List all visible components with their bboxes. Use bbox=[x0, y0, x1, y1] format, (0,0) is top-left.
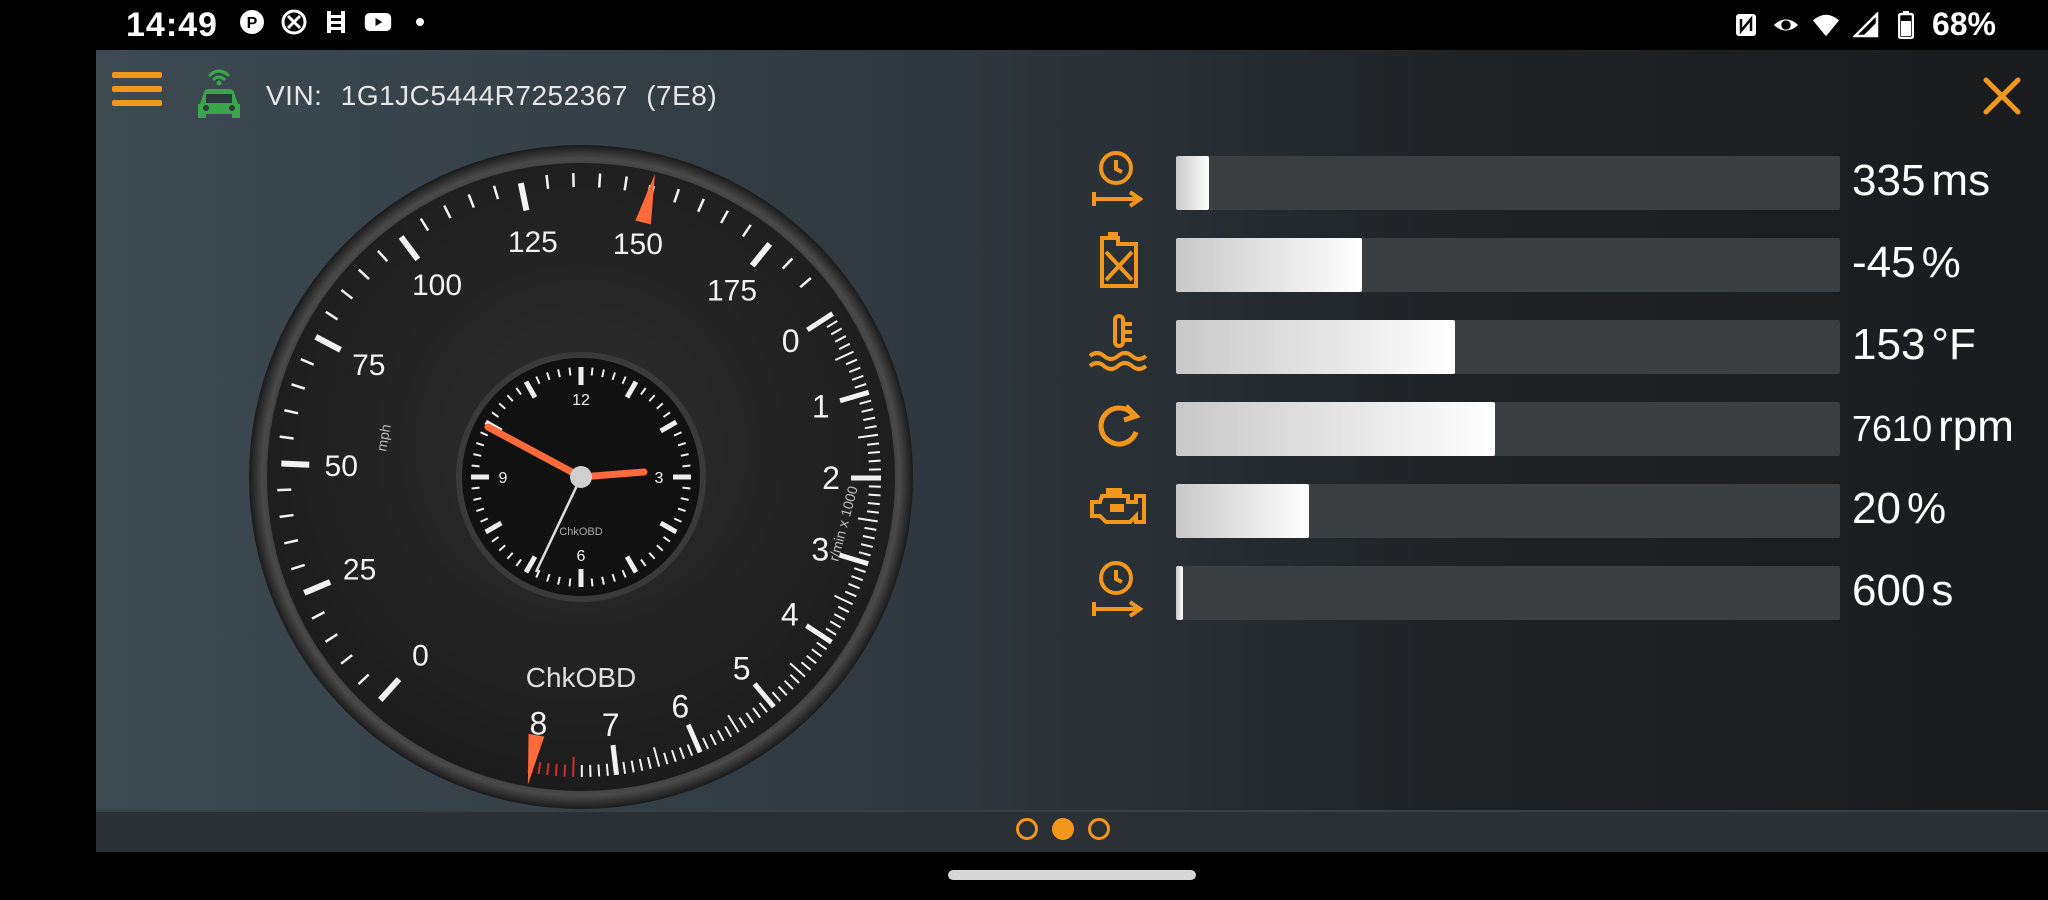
rpm-refresh-icon bbox=[1088, 394, 1150, 456]
accessibility-icon bbox=[280, 8, 308, 36]
reading-value: 153 °F bbox=[1852, 320, 1976, 370]
nfc-icon bbox=[1732, 11, 1760, 39]
eye-icon bbox=[1772, 11, 1800, 39]
reading-unit: % bbox=[1906, 484, 1947, 533]
reading-number: 153 bbox=[1852, 320, 1926, 369]
list-icon bbox=[322, 8, 350, 36]
battery-percent: 68% bbox=[1931, 6, 1996, 42]
clock-tick bbox=[471, 464, 480, 468]
reading-bar-fill bbox=[1176, 484, 1309, 538]
page-dot[interactable] bbox=[1016, 818, 1038, 840]
reading-bar-fill bbox=[1176, 320, 1455, 374]
reading-number: 335 bbox=[1852, 156, 1926, 205]
reading-bar-track bbox=[1176, 402, 1840, 456]
rpm-tick bbox=[597, 764, 601, 777]
reading-bar-track bbox=[1176, 156, 1840, 210]
vin-value: 1G1JC5444R7252367 bbox=[340, 80, 628, 111]
reading-row: 7610 rpm bbox=[96, 394, 2048, 464]
p-icon: P bbox=[238, 8, 266, 36]
reading-row: -45% bbox=[96, 230, 2048, 300]
rpm-tick bbox=[610, 744, 620, 776]
speed-tick-label: 0 bbox=[412, 639, 429, 672]
rpm-tick-label: 7 bbox=[602, 707, 620, 743]
reading-bar-fill bbox=[1176, 238, 1362, 292]
reading-row: 20% bbox=[96, 476, 2048, 546]
vin-label: VIN: bbox=[266, 80, 323, 111]
reading-bar-track bbox=[1176, 238, 1840, 292]
status-time: 14:49 bbox=[126, 6, 218, 44]
rpm-tick bbox=[605, 763, 609, 776]
timer-distance-icon bbox=[1088, 558, 1150, 620]
page-indicator bbox=[1016, 818, 1110, 840]
rpm-tick-label: 5 bbox=[733, 651, 751, 687]
youtube-icon bbox=[364, 8, 392, 36]
rpm-tick bbox=[563, 764, 567, 777]
nav-bar bbox=[0, 852, 2048, 900]
reading-value: 20% bbox=[1852, 484, 1946, 534]
timer-distance-icon bbox=[1088, 148, 1150, 210]
ecu-id: (7E8) bbox=[646, 80, 718, 111]
battery-icon bbox=[1892, 10, 1920, 39]
gauge-brand: ChkOBD bbox=[526, 662, 636, 693]
reading-value: 7610 rpm bbox=[1852, 402, 2014, 452]
menu-icon[interactable] bbox=[112, 72, 162, 112]
coolant-temp-icon bbox=[1088, 312, 1150, 374]
reading-number: 20 bbox=[1852, 484, 1901, 533]
rpm-tick-label: 6 bbox=[671, 688, 689, 724]
car-connected-icon bbox=[192, 64, 246, 124]
reading-bar-fill bbox=[1176, 156, 1209, 210]
signal-icon bbox=[1852, 11, 1880, 39]
rpm-tick bbox=[546, 763, 550, 776]
fuel-can-icon bbox=[1088, 230, 1150, 292]
app-dashboard: VIN: 1G1JC5444R7252367 (7E8) 0 25 50 75 … bbox=[96, 50, 2048, 854]
reading-number: -45 bbox=[1852, 238, 1916, 287]
rpm-tick bbox=[554, 763, 558, 777]
reading-number: 7610 bbox=[1852, 408, 1933, 449]
rpm-tick bbox=[572, 756, 575, 777]
status-icons-right: 68% bbox=[1732, 6, 1996, 43]
reading-number: 600 bbox=[1852, 566, 1926, 615]
reading-row: 600 s bbox=[96, 558, 2048, 628]
status-bar: 14:49 P 68% bbox=[0, 0, 2048, 50]
reading-bar-fill bbox=[1176, 402, 1495, 456]
page-dot[interactable] bbox=[1052, 818, 1074, 840]
reading-unit: °F bbox=[1931, 320, 1976, 369]
dot-icon bbox=[406, 8, 434, 36]
engine-icon bbox=[1088, 476, 1150, 538]
reading-value: 600 s bbox=[1852, 566, 1953, 616]
page-dot[interactable] bbox=[1088, 818, 1110, 840]
reading-unit: rpm bbox=[1938, 402, 2014, 451]
reading-unit: ms bbox=[1931, 156, 1991, 205]
close-icon[interactable] bbox=[1978, 72, 2026, 120]
vin-text: VIN: 1G1JC5444R7252367 (7E8) bbox=[266, 80, 717, 112]
reading-row: 153 °F bbox=[96, 312, 2048, 382]
status-icons-left: P bbox=[238, 8, 434, 36]
wifi-icon bbox=[1812, 11, 1840, 39]
reading-bar-track bbox=[1176, 484, 1840, 538]
reading-unit: % bbox=[1921, 238, 1961, 287]
svg-text:P: P bbox=[247, 15, 258, 32]
reading-row: 335 ms bbox=[96, 148, 2048, 218]
reading-unit: s bbox=[1931, 566, 1954, 615]
reading-bar-track bbox=[1176, 320, 1840, 374]
home-handle[interactable] bbox=[948, 870, 1196, 880]
reading-value: -45% bbox=[1852, 238, 1961, 288]
reading-value: 335 ms bbox=[1852, 156, 1990, 206]
reading-bar-track bbox=[1176, 566, 1840, 620]
reading-bar-fill bbox=[1176, 566, 1183, 620]
clock-tick bbox=[682, 464, 691, 468]
